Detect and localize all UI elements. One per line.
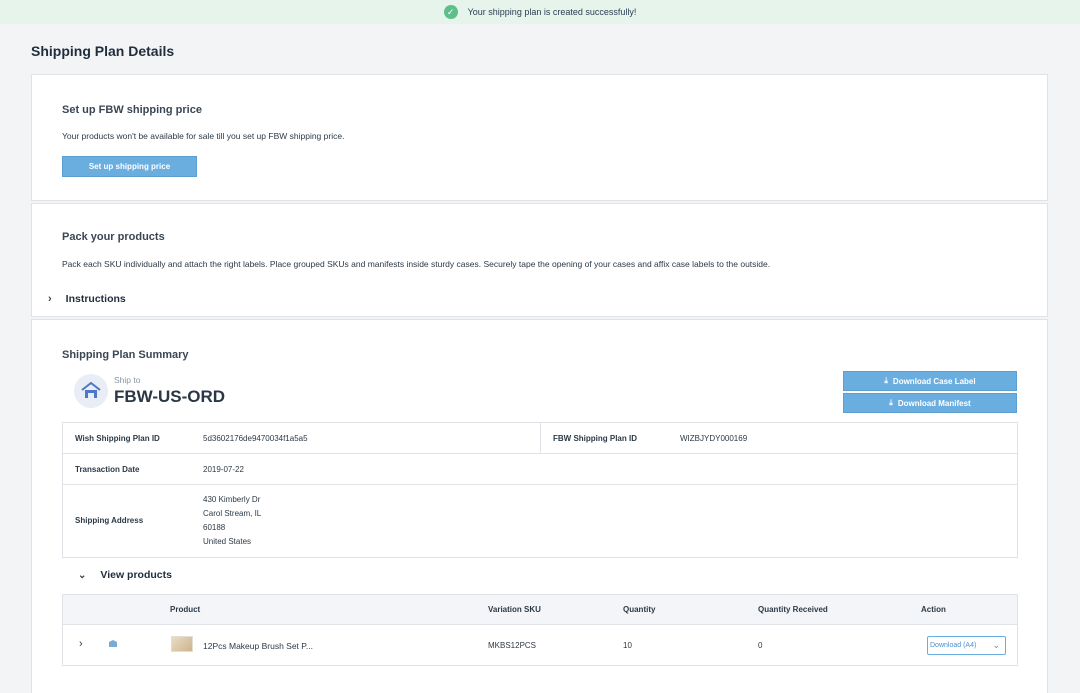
column-product: Product xyxy=(170,605,201,614)
column-action: Action xyxy=(921,605,946,614)
check-circle-icon: ✓ xyxy=(443,5,458,19)
chevron-right-icon: › xyxy=(48,293,52,305)
details-row-ids: Wish Shipping Plan ID 5d3602176de9470034… xyxy=(63,423,1017,454)
address-line-1: 430 Kimberly Dr xyxy=(203,495,261,504)
chevron-down-icon: ⌄ xyxy=(78,569,87,581)
download-a4-dropdown[interactable]: Download (A4) ⌄ xyxy=(927,636,1006,655)
wish-plan-id-value: 5d3602176de9470034f1a5a5 xyxy=(203,434,308,443)
product-quantity: 10 xyxy=(623,641,632,650)
pack-title: Pack your products xyxy=(62,231,165,243)
fbw-plan-id-value: WIZBJYDY000169 xyxy=(680,434,748,443)
details-row-date: Transaction Date 2019-07-22 xyxy=(63,454,1017,485)
pricing-title: Set up FBW shipping price xyxy=(62,104,202,116)
column-variation-sku: Variation SKU xyxy=(488,605,541,614)
download-case-label-button[interactable]: ⤓ Download Case Label xyxy=(843,371,1017,391)
pack-products-card: Pack your products Pack each SKU individ… xyxy=(31,203,1048,317)
wish-plan-id-label: Wish Shipping Plan ID xyxy=(75,434,160,443)
instructions-label: Instructions xyxy=(65,293,126,305)
shipping-plan-summary-card: Shipping Plan Summary Ship to FBW-US-ORD… xyxy=(31,319,1048,693)
setup-shipping-price-button[interactable]: Set up shipping price xyxy=(62,156,197,177)
fbw-plan-id-label: FBW Shipping Plan ID xyxy=(553,434,637,443)
download-icon: ⤓ xyxy=(884,376,888,385)
product-name[interactable]: 12Pcs Makeup Brush Set P... xyxy=(203,641,313,651)
success-message: Your shipping plan is created successful… xyxy=(467,7,637,17)
address-line-4: United States xyxy=(203,537,252,546)
transaction-date-label: Transaction Date xyxy=(75,465,140,474)
warehouse-icon xyxy=(74,374,108,408)
shipping-price-card: Set up FBW shipping price Your products … xyxy=(31,74,1048,201)
products-table: Product Variation SKU Quantity Quantity … xyxy=(62,594,1018,666)
pack-description: Pack each SKU individually and attach th… xyxy=(62,259,771,269)
address-line-3: 60188 xyxy=(203,523,226,532)
plan-details-table: Wish Shipping Plan ID 5d3602176de9470034… xyxy=(62,422,1018,558)
ship-to-value: FBW-US-ORD xyxy=(114,387,226,406)
expand-row-icon[interactable]: › xyxy=(79,638,83,650)
products-table-header: Product Variation SKU Quantity Quantity … xyxy=(63,595,1017,625)
column-divider xyxy=(540,423,541,454)
summary-title: Shipping Plan Summary xyxy=(62,349,189,361)
product-quantity-received: 0 xyxy=(758,641,763,650)
column-quantity: Quantity xyxy=(623,605,656,614)
download-a4-label: Download (A4) xyxy=(930,642,977,649)
product-sku: MKBS12PCS xyxy=(488,641,537,650)
product-thumbnail xyxy=(171,636,193,652)
pricing-description: Your products won't be available for sal… xyxy=(62,131,345,141)
instructions-toggle[interactable]: › Instructions xyxy=(48,293,126,305)
view-products-toggle[interactable]: ⌄ View products xyxy=(78,569,172,581)
package-icon xyxy=(108,639,118,650)
transaction-date-value: 2019-07-22 xyxy=(203,465,244,474)
download-manifest-text: Download Manifest xyxy=(897,398,971,408)
download-manifest-button[interactable]: ⤓ Download Manifest xyxy=(843,393,1017,413)
page-title: Shipping Plan Details xyxy=(31,43,175,59)
download-case-label-text: Download Case Label xyxy=(892,376,976,386)
view-products-label: View products xyxy=(100,569,172,581)
shipping-address-label: Shipping Address xyxy=(75,516,144,525)
details-row-address: Shipping Address 430 Kimberly Dr Carol S… xyxy=(63,485,1017,558)
success-banner: ✓ Your shipping plan is created successf… xyxy=(0,0,1080,24)
download-icon: ⤓ xyxy=(889,398,893,407)
address-line-2: Carol Stream, IL xyxy=(203,509,262,518)
chevron-down-icon: ⌄ xyxy=(992,640,1000,650)
ship-to-label: Ship to xyxy=(114,375,141,385)
column-quantity-received: Quantity Received xyxy=(758,605,828,614)
